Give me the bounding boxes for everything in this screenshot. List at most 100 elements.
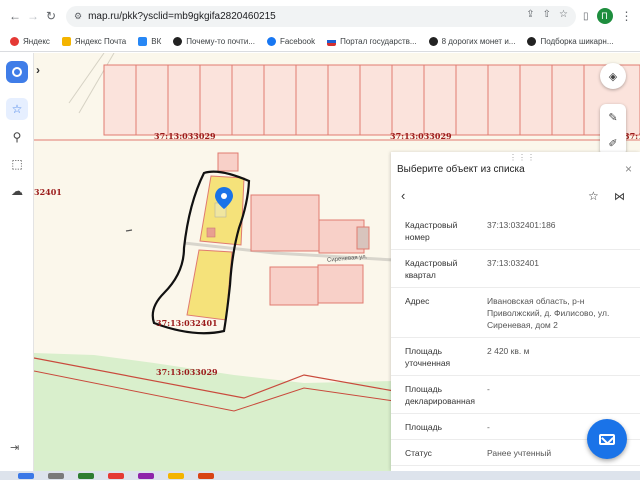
- ruler-icon[interactable]: ✎: [600, 104, 626, 130]
- building: [206, 227, 216, 238]
- table-row: Адрес Ивановская область, р-н Приволжски…: [391, 288, 640, 338]
- row-value: 37:13:032401:186: [487, 220, 556, 230]
- taskbar-app-icon[interactable]: [198, 472, 214, 479]
- url-omnibox[interactable]: ⚙ map.ru/pkk?ysclid=mb9gkgifa2820460215 …: [66, 6, 576, 27]
- back-icon[interactable]: ←: [6, 7, 24, 25]
- cadastral-label: 37:13: [624, 131, 640, 141]
- bookmark-item[interactable]: Портал государств...: [323, 37, 420, 46]
- bookmark-item[interactable]: Facebook: [263, 37, 319, 46]
- parcel[interactable]: [423, 64, 457, 136]
- share-icon[interactable]: ⋈: [614, 190, 625, 203]
- parcel[interactable]: [356, 226, 370, 250]
- parcel[interactable]: [103, 64, 137, 136]
- bookmark-favicon: [61, 37, 71, 46]
- cloud-icon[interactable]: ☁: [6, 180, 28, 202]
- row-label: Кадастровый квартал: [405, 258, 458, 280]
- mail-icon: [599, 433, 615, 445]
- bookmark-favicon: [266, 37, 276, 46]
- left-rail: ☆ ⚲ ⬚ ☁: [0, 53, 34, 471]
- cadastral-label: 37:13:033029: [156, 367, 218, 377]
- parcel[interactable]: [199, 64, 233, 136]
- map-mark: [125, 229, 133, 232]
- row-value: -: [487, 384, 490, 394]
- bookmark-item[interactable]: Яндекс: [6, 37, 54, 46]
- profile-avatar[interactable]: П: [596, 8, 613, 24]
- bookmark-star-icon[interactable]: ☆: [559, 9, 568, 20]
- bookmark-favicon: [10, 37, 19, 46]
- cadastral-label: 32401: [34, 187, 62, 197]
- table-row: Кадастровый номер 37:13:032401:186: [391, 212, 640, 250]
- parcel[interactable]: [167, 64, 201, 136]
- cadastral-label: 37:13:033029: [390, 131, 452, 141]
- taskbar-app-icon[interactable]: [78, 472, 94, 479]
- parcel[interactable]: [231, 64, 265, 136]
- row-label: Площадь декларированная: [405, 384, 475, 406]
- taskbar-app-icon[interactable]: [168, 472, 184, 479]
- taskbar-app-icon[interactable]: [18, 472, 34, 479]
- bookmark-favicon: [428, 37, 438, 46]
- select-area-icon[interactable]: ⬚: [6, 153, 28, 175]
- bookmark-item[interactable]: Почему-то почти...: [169, 37, 259, 46]
- parcel[interactable]: [135, 64, 169, 136]
- parcel[interactable]: [250, 194, 320, 252]
- taskbar-app-icon[interactable]: [138, 472, 154, 479]
- parcel[interactable]: [269, 266, 319, 306]
- drag-handle[interactable]: ⋮⋮⋮: [509, 153, 536, 162]
- parcel[interactable]: [317, 264, 364, 304]
- sidebar-toggle-icon[interactable]: ▯: [583, 11, 589, 22]
- parcel[interactable]: [487, 64, 521, 136]
- parcel[interactable]: [217, 152, 239, 172]
- favorites-star-icon[interactable]: ☆: [6, 98, 28, 120]
- taskbar-app-icon[interactable]: [108, 472, 124, 479]
- row-label: Площадь уточненная: [405, 346, 451, 368]
- table-row: Площадь декларированная -: [391, 376, 640, 414]
- install-app-icon[interactable]: ⇪: [526, 9, 534, 20]
- bookmark-favicon: [527, 37, 537, 46]
- browser-window: ← → ↻ ⚙ map.ru/pkk?ysclid=mb9gkgifa28204…: [0, 0, 640, 480]
- bookmark-favicon: [327, 37, 337, 46]
- forward-icon[interactable]: →: [24, 7, 42, 25]
- parcel-strips: [103, 64, 640, 136]
- map-app: ☆ ⚲ ⬚ ☁ 37:13:033029 37:13:033029 37: 32…: [0, 53, 640, 471]
- row-value: 2 420 кв. м: [487, 346, 530, 356]
- route-icon[interactable]: ⚲: [6, 126, 28, 148]
- browser-menu-icon[interactable]: ⋮: [621, 9, 633, 23]
- parcel[interactable]: [359, 64, 393, 136]
- close-icon[interactable]: ×: [625, 162, 632, 176]
- parcel[interactable]: [519, 64, 553, 136]
- parcel[interactable]: [455, 64, 489, 136]
- panel-title: Выберите объект из списка: [397, 164, 525, 175]
- bookmark-item[interactable]: 8 дорогих монет и...: [425, 37, 520, 46]
- bookmark-favicon: [138, 37, 148, 46]
- bookmark-item[interactable]: ВК: [134, 37, 165, 46]
- reload-icon[interactable]: ↻: [42, 7, 60, 25]
- row-value: Ивановская область, р-н Приволжский, д. …: [487, 296, 610, 330]
- parcel[interactable]: [295, 64, 329, 136]
- share-page-icon[interactable]: ⇧: [543, 9, 551, 20]
- site-info-icon[interactable]: ⚙: [74, 11, 82, 22]
- parcel[interactable]: [391, 64, 425, 136]
- row-label: Площадь: [405, 422, 443, 432]
- layers-icon[interactable]: ◈: [600, 63, 626, 89]
- table-row: Площадь уточненная 2 420 кв. м: [391, 338, 640, 376]
- app-logo[interactable]: [6, 61, 28, 83]
- cadastral-label: 37:13:033029: [154, 131, 216, 141]
- row-label: Кадастровый номер: [405, 220, 458, 242]
- feedback-mail-button[interactable]: [587, 419, 627, 459]
- address-bar-row: ← → ↻ ⚙ map.ru/pkk?ysclid=mb9gkgifa28204…: [0, 0, 640, 32]
- taskbar-app-icon[interactable]: [48, 472, 64, 479]
- map-tools: ✎ ✐: [600, 104, 626, 156]
- row-label: Адрес: [405, 296, 430, 306]
- favorite-star-icon[interactable]: ☆: [588, 189, 599, 203]
- parcel[interactable]: [263, 64, 297, 136]
- expand-panel-icon[interactable]: ›: [36, 63, 48, 77]
- cadastral-label: 37:13:032401: [156, 318, 218, 328]
- bookmark-item[interactable]: Подборка шикарн...: [523, 37, 617, 46]
- bookmark-item[interactable]: Яндекс Почта: [58, 37, 130, 46]
- back-button[interactable]: ‹: [401, 188, 405, 203]
- parcel[interactable]: [551, 64, 585, 136]
- bookmark-favicon: [173, 37, 183, 46]
- logout-icon[interactable]: ⇥: [10, 441, 19, 454]
- os-taskbar: [0, 471, 640, 480]
- parcel[interactable]: [327, 64, 361, 136]
